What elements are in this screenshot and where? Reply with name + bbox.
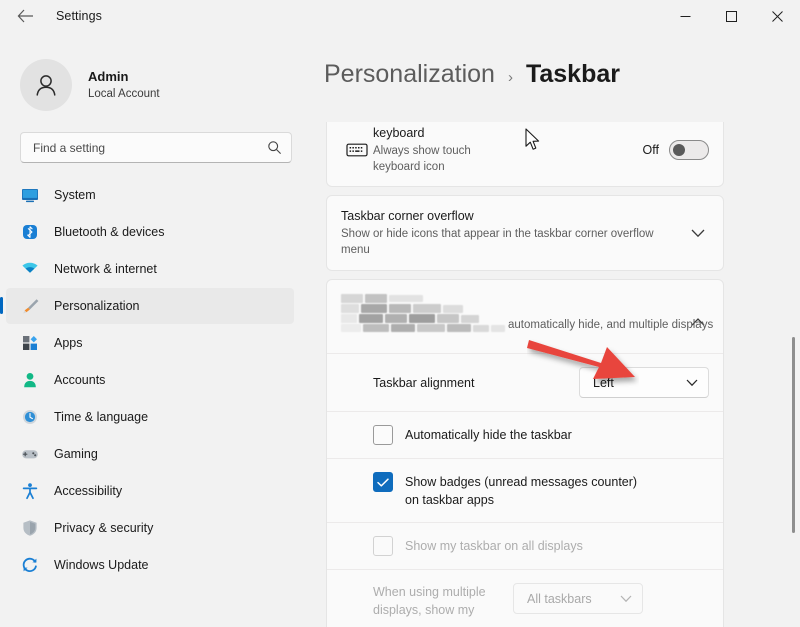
taskbar-behaviors-card: automatically hide, and multiple display… xyxy=(326,279,724,627)
sidebar-item-time-language[interactable]: Time & language xyxy=(6,399,294,435)
sidebar-nav: System Bluetooth & devices Network & int… xyxy=(0,177,312,583)
multi-display-value: All taskbars xyxy=(527,591,592,606)
chevron-down-icon xyxy=(620,595,632,603)
auto-hide-row[interactable]: Automatically hide the taskbar xyxy=(327,411,723,458)
taskbar-alignment-row[interactable]: Taskbar alignment Left xyxy=(327,353,723,411)
show-badges-label: Show badges (unread messages counter) on… xyxy=(405,475,638,507)
show-badges-checkbox[interactable] xyxy=(373,472,393,492)
title-bar: Settings xyxy=(0,0,800,32)
sidebar-item-label: Time & language xyxy=(54,410,149,424)
minimize-button[interactable] xyxy=(662,0,708,32)
wifi-icon xyxy=(20,259,40,279)
keyboard-row[interactable]: keyboard Always show touch keyboard icon… xyxy=(327,122,723,186)
shield-icon xyxy=(20,518,40,538)
breadcrumb-separator: › xyxy=(507,69,513,86)
keyboard-subtitle: Always show touch keyboard icon xyxy=(373,145,471,173)
sidebar-item-label: Privacy & security xyxy=(54,521,154,535)
accessibility-icon xyxy=(20,481,40,501)
sidebar: Admin Local Account Find a setting Syste… xyxy=(0,0,312,627)
vertical-scrollbar[interactable] xyxy=(792,122,795,627)
sidebar-item-bluetooth-devices[interactable]: Bluetooth & devices xyxy=(6,214,294,250)
window-title: Settings xyxy=(56,9,102,23)
toggle-knob xyxy=(673,144,685,156)
avatar xyxy=(20,59,72,111)
keyboard-icon xyxy=(341,142,373,158)
sidebar-item-personalization[interactable]: Personalization xyxy=(0,288,294,324)
search-icon xyxy=(267,140,282,155)
sidebar-item-gaming[interactable]: Gaming xyxy=(6,436,294,472)
all-displays-label: Show my taskbar on all displays xyxy=(405,539,583,553)
taskbar-alignment-value: Left xyxy=(593,375,614,390)
clock-icon xyxy=(20,407,40,427)
settings-window: Settings Admin Local Account Find a sett… xyxy=(0,0,800,627)
taskbar-alignment-dropdown[interactable]: Left xyxy=(579,367,709,398)
sidebar-item-system[interactable]: System xyxy=(6,177,294,213)
sidebar-item-label: Network & internet xyxy=(54,262,157,276)
all-displays-row: Show my taskbar on all displays xyxy=(327,522,723,569)
apps-icon xyxy=(20,333,40,353)
paintbrush-icon xyxy=(20,296,40,316)
account-profile[interactable]: Admin Local Account xyxy=(0,42,312,116)
sidebar-item-label: Apps xyxy=(54,336,83,350)
sidebar-item-label: System xyxy=(54,188,96,202)
breadcrumb: Personalization › Taskbar xyxy=(312,32,800,90)
behaviors-header-row[interactable]: automatically hide, and multiple display… xyxy=(327,280,723,353)
sidebar-item-label: Accessibility xyxy=(54,484,123,498)
all-displays-checkbox xyxy=(373,536,393,556)
keyboard-toggle-label: Off xyxy=(642,143,659,157)
sidebar-item-network-internet[interactable]: Network & internet xyxy=(6,251,294,287)
multi-display-row: When using multiple displays, show my Al… xyxy=(327,569,723,627)
keyboard-setting-card: keyboard Always show touch keyboard icon… xyxy=(326,122,724,187)
breadcrumb-parent[interactable]: Personalization xyxy=(324,60,495,89)
redacted-title: automatically hide, and multiple display… xyxy=(341,292,713,341)
taskbar-alignment-label: Taskbar alignment xyxy=(373,375,475,390)
main-panel: Personalization › Taskbar keyboard Alway… xyxy=(312,0,800,627)
account-icon xyxy=(20,370,40,390)
behaviors-title-tail: automatically hide, and multiple display… xyxy=(508,319,714,331)
bluetooth-icon xyxy=(20,222,40,242)
sidebar-item-label: Windows Update xyxy=(54,558,149,572)
sidebar-item-label: Gaming xyxy=(54,447,98,461)
corner-overflow-title: Taskbar corner overflow xyxy=(341,209,474,223)
keyboard-title: keyboard xyxy=(373,126,425,140)
multi-display-dropdown: All taskbars xyxy=(513,583,643,614)
keyboard-toggle[interactable] xyxy=(669,140,709,160)
person-icon xyxy=(36,75,56,96)
search-input[interactable]: Find a setting xyxy=(20,132,292,163)
sidebar-item-label: Bluetooth & devices xyxy=(54,225,165,239)
multi-display-label: When using multiple displays, show my xyxy=(373,585,486,617)
check-icon xyxy=(377,477,389,487)
page-title: Taskbar xyxy=(525,60,620,88)
sidebar-item-windows-update[interactable]: Windows Update xyxy=(6,547,294,583)
account-subtitle: Local Account xyxy=(88,88,160,100)
sidebar-item-apps[interactable]: Apps xyxy=(6,325,294,361)
search-placeholder: Find a setting xyxy=(33,140,106,155)
window-controls xyxy=(662,0,800,32)
close-button[interactable] xyxy=(754,0,800,32)
chevron-down-icon[interactable] xyxy=(687,225,709,242)
update-icon xyxy=(20,555,40,575)
show-badges-row[interactable]: Show badges (unread messages counter) on… xyxy=(327,458,723,522)
corner-overflow-card: Taskbar corner overflow Show or hide ico… xyxy=(326,195,724,271)
gamepad-icon xyxy=(20,444,40,464)
sidebar-item-accessibility[interactable]: Accessibility xyxy=(6,473,294,509)
account-name: Admin xyxy=(88,69,129,84)
monitor-icon xyxy=(20,185,40,205)
scrollbar-thumb[interactable] xyxy=(792,337,795,533)
sidebar-item-label: Accounts xyxy=(54,373,106,387)
corner-overflow-row[interactable]: Taskbar corner overflow Show or hide ico… xyxy=(327,196,723,270)
auto-hide-checkbox[interactable] xyxy=(373,425,393,445)
chevron-down-icon xyxy=(686,379,698,387)
sidebar-item-accounts[interactable]: Accounts xyxy=(6,362,294,398)
back-button[interactable] xyxy=(8,1,42,31)
corner-overflow-subtitle: Show or hide icons that appear in the ta… xyxy=(341,228,654,256)
maximize-button[interactable] xyxy=(708,0,754,32)
auto-hide-label: Automatically hide the taskbar xyxy=(405,428,572,442)
sidebar-item-label: Personalization xyxy=(54,299,140,313)
sidebar-item-privacy-security[interactable]: Privacy & security xyxy=(6,510,294,546)
settings-scroll-area: keyboard Always show touch keyboard icon… xyxy=(312,122,757,627)
